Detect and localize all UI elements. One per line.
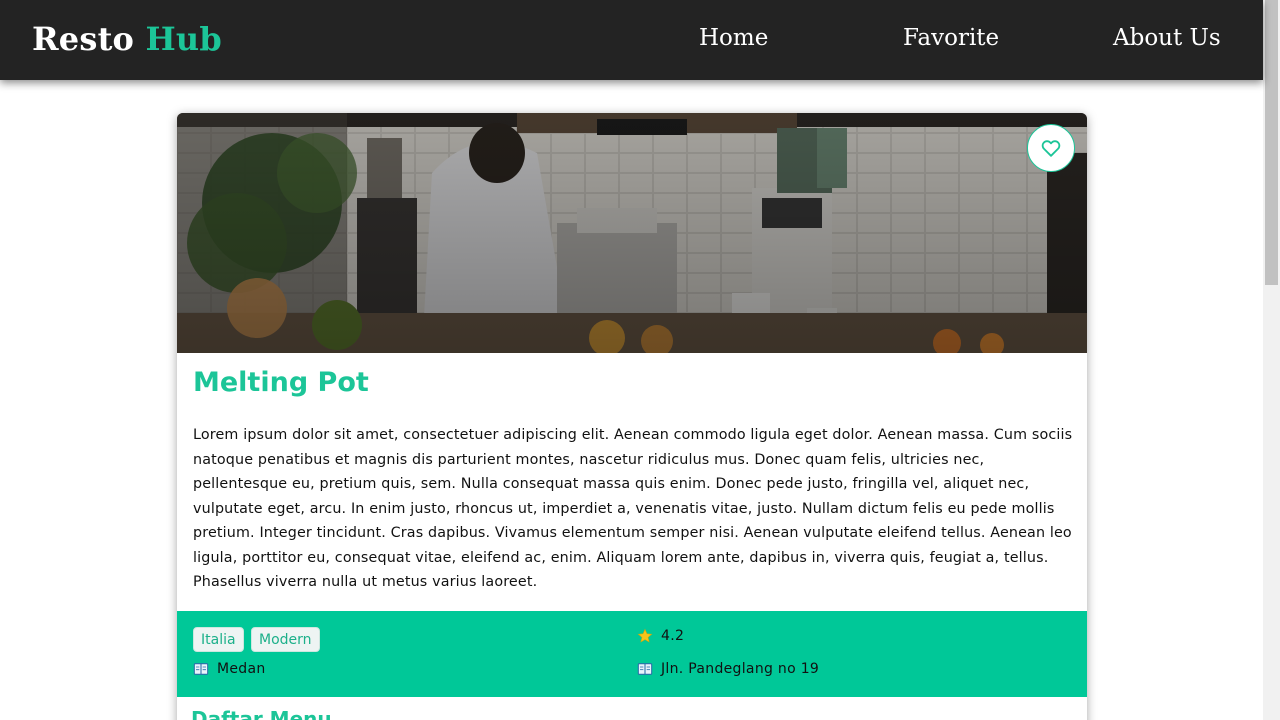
city-name: Medan — [217, 661, 266, 677]
brand-name-part1: Resto — [32, 20, 135, 58]
restaurant-name: Melting Pot — [193, 367, 369, 398]
nav-link-about-us[interactable]: About Us — [1113, 25, 1221, 51]
restaurant-address: Jln. Pandeglang no 19 — [637, 661, 819, 677]
menu-section-heading: Daftar Menu — [191, 707, 332, 720]
restaurant-city: Medan — [193, 661, 266, 677]
brand-logo[interactable]: Resto Hub — [32, 20, 222, 58]
restaurant-hero-image — [177, 113, 1087, 353]
favorite-button[interactable] — [1027, 124, 1075, 172]
top-navbar: Resto Hub Home Favorite About Us — [0, 0, 1263, 80]
restaurant-info-bar: Italia Modern 4.2 Medan Jln. Pandeglang … — [177, 611, 1087, 697]
book-map-icon — [637, 663, 653, 675]
category-tag-modern[interactable]: Modern — [251, 627, 320, 652]
rating-value: 4.2 — [661, 628, 685, 644]
star-icon — [637, 628, 653, 643]
restaurant-rating: 4.2 — [637, 628, 684, 644]
nav-link-favorite[interactable]: Favorite — [903, 25, 999, 51]
heart-outline-icon — [1041, 140, 1061, 157]
brand-name-part2: Hub — [145, 20, 222, 58]
cafe-kitchen-photo — [177, 113, 1087, 353]
page-scrollbar[interactable] — [1263, 0, 1280, 720]
restaurant-description: Lorem ipsum dolor sit amet, consectetuer… — [193, 427, 1073, 590]
restaurant-detail-card: Melting Pot Lorem ipsum dolor sit amet, … — [177, 113, 1087, 720]
nav-link-home[interactable]: Home — [699, 25, 768, 51]
address-text: Jln. Pandeglang no 19 — [661, 661, 820, 677]
category-tag-italia[interactable]: Italia — [193, 627, 244, 652]
scrollbar-thumb[interactable] — [1265, 0, 1278, 285]
book-map-icon — [193, 663, 209, 675]
